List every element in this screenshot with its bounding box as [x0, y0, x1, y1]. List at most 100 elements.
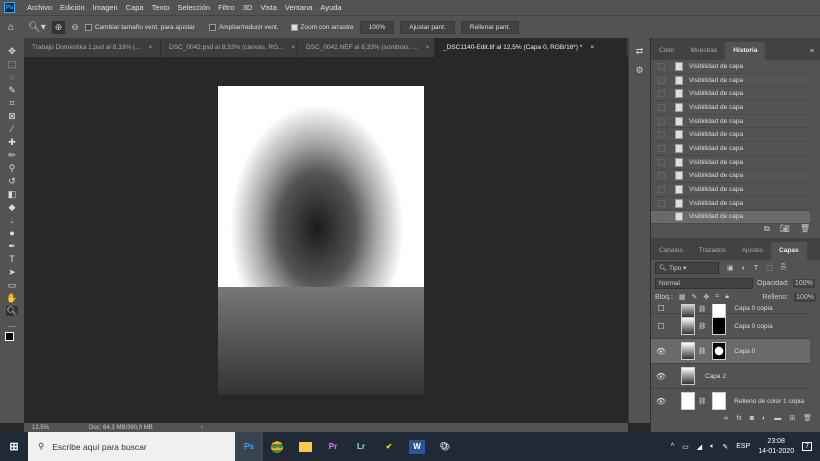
history-brush-tool-icon[interactable]: ↺	[6, 176, 18, 186]
zoom-level[interactable]: 12,5%	[32, 425, 49, 431]
add-mask-icon[interactable]: ◙	[750, 415, 754, 422]
zoom-100-button[interactable]: 100%	[359, 20, 395, 34]
tab-document-2[interactable]: DSC_0042.psd al 8,33% (canvas, RG... ×	[161, 38, 298, 57]
eye-icon[interactable]: 👁︎	[651, 397, 671, 406]
new-layer-icon[interactable]: ⊞	[789, 414, 795, 422]
zoom-tool-icon[interactable]: 🔍︎	[6, 306, 18, 316]
chain-link-icon[interactable]: ⛓	[698, 347, 706, 355]
eraser-tool-icon[interactable]: ◧	[6, 189, 18, 199]
menu-ayuda[interactable]: Ayuda	[316, 3, 345, 12]
tab-document-3[interactable]: DSC_0042.NEF al 8,33% (sombras, ... ×	[298, 38, 435, 57]
lock-position-icon[interactable]: ✥	[703, 293, 709, 301]
tab-ajustes[interactable]: Ajustes	[734, 242, 771, 260]
brush-tool-icon[interactable]: ✏	[6, 150, 18, 160]
tab-capas[interactable]: Capas	[771, 242, 807, 260]
history-item[interactable]: Visibilidad de capa	[651, 142, 810, 156]
notifications-icon[interactable]: 7	[802, 442, 812, 451]
path-select-tool-icon[interactable]: ➤	[6, 267, 18, 277]
history-item[interactable]: Visibilidad de capa	[651, 115, 810, 129]
eye-icon[interactable]: 👁︎	[651, 372, 671, 381]
filter-shape-icon[interactable]: ⬚	[766, 264, 773, 272]
history-item[interactable]: Visibilidad de capa	[651, 60, 810, 74]
layer-mask-thumbnail[interactable]	[712, 392, 727, 410]
menu-3d[interactable]: 3D	[239, 3, 257, 12]
filter-smart-object-icon[interactable]: ⎘	[781, 264, 787, 272]
new-document-from-state-icon[interactable]: ⧉	[764, 224, 770, 238]
history-snapshot-checkbox[interactable]	[658, 117, 665, 125]
taskbar-paint-icon[interactable]: 🎨︎	[431, 432, 459, 461]
chain-link-icon[interactable]: ⛓	[698, 397, 706, 405]
blend-mode-select[interactable]: Normal	[655, 277, 753, 289]
snapshot-camera-icon[interactable]: 📷︎	[780, 224, 790, 238]
history-item[interactable]: Visibilidad de capa	[651, 183, 810, 197]
layer-row[interactable]: 👁︎ ⛓ Capa 0	[651, 339, 810, 364]
history-item[interactable]: Visibilidad de capa	[651, 210, 810, 224]
filter-type-icon[interactable]: T	[754, 265, 758, 272]
tab-trazados[interactable]: Trazados	[691, 242, 734, 260]
history-snapshot-checkbox[interactable]	[658, 213, 665, 221]
layer-mask-thumbnail[interactable]	[712, 317, 727, 335]
tab-muestras[interactable]: Muestras	[683, 42, 726, 60]
zoom-all-windows-checkbox[interactable]: Ampliar/reducir vent.	[208, 23, 279, 31]
layer-filter-select[interactable]: 🔍︎ Tipo ▾	[655, 262, 719, 274]
panel-menu-icon[interactable]: ≡	[804, 48, 820, 60]
link-layers-icon[interactable]: ∞	[723, 415, 728, 422]
quick-select-tool-icon[interactable]: ✎	[6, 85, 18, 95]
history-snapshot-checkbox[interactable]	[658, 76, 665, 84]
eye-icon[interactable]: 👁︎	[651, 347, 671, 356]
blur-tool-icon[interactable]: 💧︎	[6, 215, 18, 225]
opacity-input[interactable]: 100%	[792, 278, 815, 288]
eyedropper-tool-icon[interactable]: ⁄	[6, 124, 18, 134]
history-snapshot-checkbox[interactable]	[658, 158, 665, 166]
history-snapshot-checkbox[interactable]	[658, 131, 665, 139]
close-icon[interactable]: ×	[426, 44, 430, 51]
stamp-tool-icon[interactable]: ⚲	[6, 163, 18, 173]
menu-edicion[interactable]: Edición	[56, 3, 89, 12]
lock-pixels-icon[interactable]: ▦	[679, 293, 686, 301]
history-item[interactable]: Visibilidad de capa	[651, 101, 810, 115]
taskbar-chrome-icon[interactable]	[263, 432, 291, 461]
history-snapshot-checkbox[interactable]	[658, 103, 665, 111]
layer-mask-thumbnail[interactable]	[712, 342, 727, 360]
pen-tool-icon[interactable]: ✒	[6, 241, 18, 251]
windows-start-icon[interactable]: ⊞	[0, 432, 28, 461]
lock-artboard-icon[interactable]: ⌗	[715, 293, 719, 301]
history-snapshot-checkbox[interactable]	[658, 199, 665, 207]
type-tool-icon[interactable]: T	[6, 254, 18, 264]
history-item[interactable]: Visibilidad de capa	[651, 170, 810, 184]
layer-row[interactable]: 👁︎ Capa 2	[651, 364, 810, 389]
zoom-in-icon[interactable]: ⊕	[51, 20, 66, 34]
history-item[interactable]: Visibilidad de capa	[651, 197, 810, 211]
layer-name[interactable]: Capa 2	[705, 373, 726, 380]
healing-brush-tool-icon[interactable]: ✚	[6, 137, 18, 147]
history-snapshot-checkbox[interactable]	[658, 62, 665, 70]
adjustment-layer-icon[interactable]: ◐	[762, 415, 766, 422]
layer-name[interactable]: Relleno de color 1 copia	[734, 398, 804, 405]
tab-canales[interactable]: Canales	[651, 242, 691, 260]
frame-tool-icon[interactable]: ⊠	[6, 111, 18, 121]
taskbar-word-icon[interactable]: W	[409, 439, 425, 454]
trash-icon[interactable]: 🗑︎	[800, 224, 810, 238]
menu-vista[interactable]: Vista	[256, 3, 281, 12]
history-snapshot-checkbox[interactable]	[658, 144, 665, 152]
hand-tool-icon[interactable]: ✋	[6, 293, 18, 303]
taskbar-search-input[interactable]: ⚲ Escribe aquí para buscar	[28, 432, 235, 461]
edit-toolbar-icon[interactable]: …	[6, 319, 18, 329]
color-swatches[interactable]	[5, 332, 19, 346]
layer-row[interactable]: ☐ ⛓ Capa 0 copia	[651, 304, 810, 318]
fill-screen-button[interactable]: Rellenar pant.	[460, 20, 520, 34]
document-canvas-image[interactable]	[218, 86, 424, 395]
eye-icon[interactable]: ☐	[651, 304, 671, 313]
filter-pixel-icon[interactable]: ▣	[727, 264, 734, 272]
rectangle-tool-icon[interactable]: ▭	[6, 280, 18, 290]
show-hidden-icons-icon[interactable]: ^	[671, 443, 674, 450]
zoom-tool-preset-icon[interactable]: 🔍︎▾	[28, 22, 46, 33]
dodge-tool-icon[interactable]: ●	[6, 228, 18, 238]
taskbar-norton-icon[interactable]: ✔	[375, 432, 403, 461]
wifi-icon[interactable]: ◢	[697, 443, 702, 451]
layer-row[interactable]: 👁︎ ⛓ Relleno de color 1 copia	[651, 389, 810, 412]
layer-name[interactable]: Capa 0	[734, 348, 755, 355]
fit-screen-button[interactable]: Ajustar pant.	[400, 20, 455, 34]
menu-ventana[interactable]: Ventana	[281, 3, 317, 12]
clock[interactable]: 23:08 14-01-2020	[758, 437, 794, 457]
